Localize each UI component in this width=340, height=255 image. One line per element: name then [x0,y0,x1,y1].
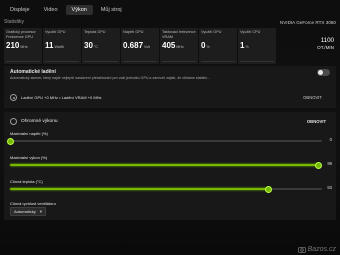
tuning-status-icon [10,93,17,101]
auto-tuning-status-row: Ladění GPU +0 MHz • Ladění VRAM +0 MHz O… [10,92,328,102]
watermark-text: Bazos.cz [307,246,336,253]
stat-value: 30°C [84,41,98,50]
slider-label: Cílová teplota (°C) [10,179,43,184]
auto-tuning-toggle[interactable] [317,69,330,76]
fan-speed-unit: OT./MIN [317,45,334,50]
stat-sparkline [45,53,79,62]
slider-label: Maximální napětí (%) [10,131,48,136]
stat-sparkline [201,53,235,62]
manual-tuning-header: Ohromné výkonu [10,118,58,125]
tab-performance[interactable]: Výkon [65,5,93,15]
nvidia-app-window: Displeje Video Výkon Můj stroj Statistik… [0,0,340,255]
stat-label: Napětí GPU [123,30,144,34]
max-power-slider[interactable]: Maximální výkon (%) 99 [10,155,332,169]
stat-label: Využití GPU [201,30,222,34]
auto-tuning-panel: Automatické ladění Automatický skener, k… [4,66,336,108]
slider-fill [10,188,269,190]
auto-tuning-description: Automatický skener, který najde nejlepší… [10,76,211,80]
slider-label: Maximální výkon (%) [10,155,48,160]
slider-thumb[interactable] [265,185,273,193]
stat-sparkline [6,53,40,62]
stat-label: Využití CPU [240,30,261,34]
toggle-knob [318,70,323,75]
manual-tuning-title: Ohromné výkonu [21,119,58,124]
slider-track[interactable] [10,185,322,193]
target-temp-slider[interactable]: Cílová teplota (°C) 83 [10,179,332,193]
slider-value: 0 [329,137,332,142]
manual-tuning-radio[interactable] [10,118,17,125]
slider-thumb[interactable] [315,161,323,169]
fan-speed-value: 1100 [320,37,334,44]
stat-label: Taktovací frekvence VRAM [162,30,196,39]
stat-value: 11Wattů [45,41,64,50]
slider-value: 83 [327,185,332,190]
stat-value: 0.687Volt [123,41,151,50]
slider-track[interactable] [6,137,322,145]
watermark: Bazos.cz [297,246,336,253]
chevron-down-icon: ▾ [39,209,42,214]
manual-tuning-reset-button[interactable]: OBNOVIT [303,117,330,126]
fan-speed-selected: Automaticky [14,209,36,214]
stat-value: 405MHz [162,41,184,50]
tab-displays[interactable]: Displeje [4,5,36,15]
manual-tuning-panel: Ohromné výkonu OBNOVIT Maximální napětí … [4,112,336,220]
gpu-name: NVIDIA GeForce RTX 3060 [279,19,336,25]
stat-fan-speed: 1100 OT./MIN [302,28,336,64]
stat-label: Využití GPU [45,30,66,34]
slider-thumb[interactable] [6,137,14,145]
fan-speed-label: Cílová rychlost ventilátoru [10,201,56,206]
stat-sparkline [240,53,274,62]
camera-icon [297,247,306,253]
max-voltage-slider[interactable]: Maximální napětí (%) 0 [6,131,332,145]
stat-value: 0% [201,41,210,50]
slider-track[interactable] [10,161,323,169]
stat-value: 210MHz [6,41,28,50]
tab-video[interactable]: Video [38,5,64,15]
stat-label: Grafický procesor Frekvence GPU [6,30,36,39]
fan-speed-select[interactable]: Automaticky ▾ [10,207,46,216]
stat-sparkline [162,53,196,62]
stat-tile-vram-clock[interactable]: Taktovací frekvence VRAM 405MHz [160,28,198,64]
stat-value: 1% [240,41,249,50]
stat-tile-gpu-clock[interactable]: Grafický procesor Frekvence GPU 210MHz [4,28,42,64]
slider-fill [10,164,319,166]
stat-tile-gpu-power[interactable]: Využití GPU 11Wattů [43,28,81,64]
tab-bar: Displeje Video Výkon Můj stroj [0,3,340,17]
section-title: Statistiky [4,19,25,25]
stat-sparkline [123,53,157,62]
slider-value: 99 [327,161,332,166]
stat-tile-gpu-temp[interactable]: Teplota GPU 30°C [82,28,120,64]
auto-tuning-title: Automatické ladění [10,69,56,75]
tab-my-machine[interactable]: Můj stroj [95,5,128,15]
auto-tuning-reset-button[interactable]: OBNOVIT [299,93,326,102]
stat-label: Teplota GPU [84,30,106,34]
stat-sparkline [84,53,118,62]
stat-tile-gpu-voltage[interactable]: Napětí GPU 0.687Volt [121,28,159,64]
auto-tuning-offsets: Ladění GPU +0 MHz • Ladění VRAM +0 MHz [21,94,102,100]
stat-tile-gpu-usage[interactable]: Využití GPU 0% [199,28,237,64]
stat-tile-cpu-usage[interactable]: Využití CPU 1% [238,28,276,64]
statistics-header: Statistiky NVIDIA GeForce RTX 3060 [4,18,336,26]
stats-row: Grafický procesor Frekvence GPU 210MHz V… [4,28,336,64]
